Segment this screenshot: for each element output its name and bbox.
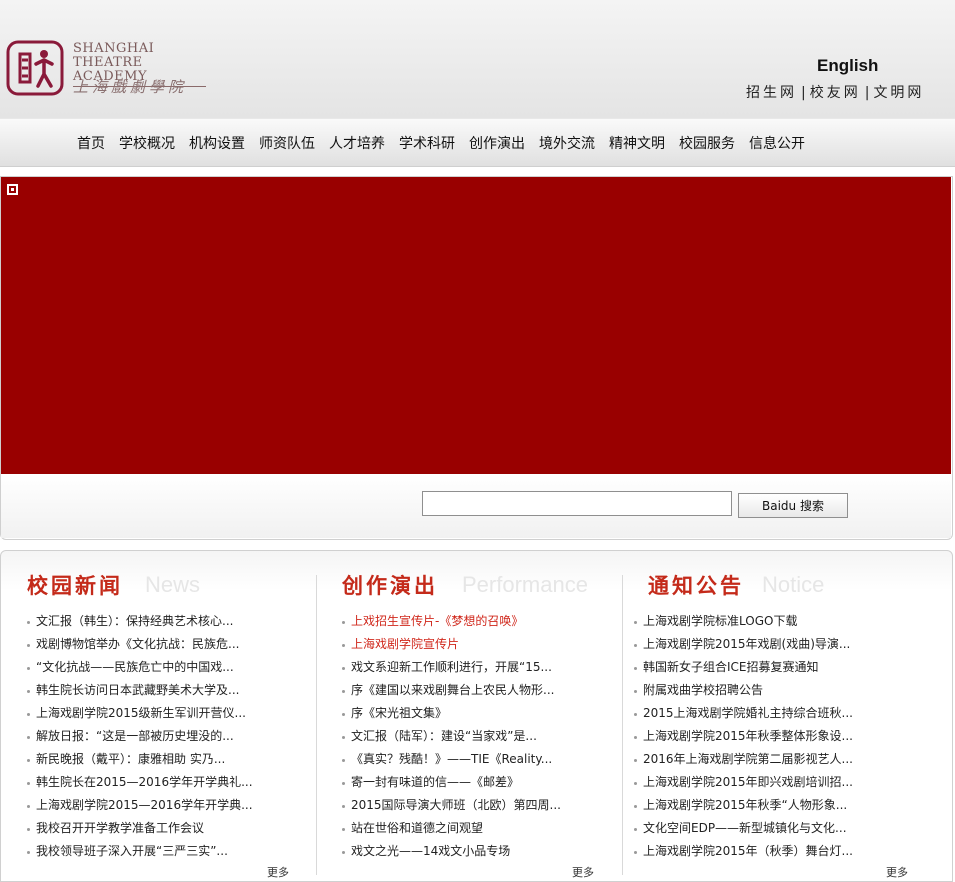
nav-item-research[interactable]: 学术科研 (392, 133, 462, 153)
nav-item-disclosure[interactable]: 信息公开 (742, 133, 812, 153)
notice-header: 通知公告 Notice (634, 562, 934, 602)
header: SHANGHAI THEATRE ACADEMY 上海戲劇學院 English … (0, 0, 955, 118)
list-item[interactable]: 上海戏剧学院宣传片 (342, 633, 561, 656)
list-item[interactable]: 戏文之光——14戏文小品专场 (342, 840, 561, 863)
logo-chinese-name: 上海戲劇學院 (73, 78, 188, 96)
performance-list: 上戏招生宣传片-《梦想的召唤》 上海戏剧学院宣传片 戏文系迎新工作顺利进行，开展“1… (342, 610, 561, 863)
baidu-search-button[interactable]: Baidu 搜索 (738, 493, 848, 518)
alumni-link[interactable]: 校友网 (810, 85, 861, 101)
list-item[interactable]: 文化空间EDP——新型城镇化与文化... (634, 817, 853, 840)
performance-title-en: Performance (462, 572, 588, 597)
logo-en-line1: SHANGHAI (73, 41, 155, 56)
nav-item-organization[interactable]: 机构设置 (182, 133, 252, 153)
notice-title: 通知公告 (648, 574, 744, 598)
list-item[interactable]: “文化抗战——民族危亡中的中国戏... (27, 656, 253, 679)
list-item[interactable]: 附属戏曲学校招聘公告 (634, 679, 853, 702)
list-item[interactable]: 新民晚报（戴平）：康雅相助 实乃... (27, 748, 253, 771)
list-item[interactable]: 上戏招生宣传片-《梦想的召唤》 (342, 610, 561, 633)
nav-item-faculty[interactable]: 师资队伍 (252, 133, 322, 153)
notice-more-link[interactable]: 更多 (886, 864, 908, 880)
list-item[interactable]: 序《建国以来戏剧舞台上农民人物形... (342, 679, 561, 702)
list-item[interactable]: 戏文系迎新工作顺利进行，开展“15... (342, 656, 561, 679)
performance-more-link[interactable]: 更多 (572, 864, 594, 880)
list-item[interactable]: 序《宋光祖文集》 (342, 702, 561, 725)
news-column: 校园新闻 News 文汇报（韩生）：保持经典艺术核心... 戏剧博物馆举办《文化抗… (27, 562, 312, 879)
performance-column: 创作演出 Performance 上戏招生宣传片-《梦想的召唤》 上海戏剧学院宣传… (342, 562, 617, 879)
top-links: 招生网 | 校友网 | 文明网 (746, 82, 924, 102)
top-link-separator: | (801, 85, 806, 101)
list-item[interactable]: 解放日报：“这是一部被历史埋没的... (27, 725, 253, 748)
list-item[interactable]: 上海戏剧学院2015—2016学年开学典... (27, 794, 253, 817)
banner-slideshow[interactable] (1, 177, 951, 474)
notice-list: 上海戏剧学院标准LOGO下载 上海戏剧学院2015年戏剧(戏曲)导演... 韩国新女… (634, 610, 853, 863)
column-divider (622, 575, 623, 875)
list-item[interactable]: 站在世俗和道德之间观望 (342, 817, 561, 840)
top-link-separator: | (864, 85, 870, 101)
nav-item-home[interactable]: 首页 (70, 133, 112, 153)
list-item[interactable]: 我校召开开学教学准备工作会议 (27, 817, 253, 840)
list-item[interactable]: 上海戏剧学院2015年戏剧(戏曲)导演... (634, 633, 853, 656)
list-item[interactable]: 寄一封有味道的信——《邮差》 (342, 771, 561, 794)
list-item[interactable]: 上海戏剧学院2015年（秋季）舞台灯... (634, 840, 853, 863)
list-item[interactable]: 文汇报（陆军）：建设“当家戏”是... (342, 725, 561, 748)
list-item[interactable]: 2015上海戏剧学院婚礼主持综合班秋... (634, 702, 853, 725)
news-title-en: News (145, 572, 201, 597)
nav-item-services[interactable]: 校园服务 (672, 133, 742, 153)
list-item[interactable]: 戏剧博物馆举办《文化抗战：民族危... (27, 633, 253, 656)
performance-header: 创作演出 Performance (342, 562, 617, 602)
logo-mark-icon (6, 40, 64, 96)
slideshow-control-icon[interactable] (7, 184, 18, 195)
news-list: 文汇报（韩生）：保持经典艺术核心... 戏剧博物馆举办《文化抗战：民族危... “文… (27, 610, 253, 863)
list-item[interactable]: 韩生院长在2015—2016学年开学典礼... (27, 771, 253, 794)
performance-title: 创作演出 (342, 574, 438, 598)
nav-item-about[interactable]: 学校概况 (112, 133, 182, 153)
list-item[interactable]: 上海戏剧学院2015年即兴戏剧培训招... (634, 771, 853, 794)
news-header: 校园新闻 News (27, 562, 312, 602)
list-item[interactable]: 上海戏剧学院2015年秋季“人物形象... (634, 794, 853, 817)
list-item[interactable]: 上海戏剧学院2015年秋季整体形象设... (634, 725, 853, 748)
news-title: 校园新闻 (27, 574, 123, 598)
nav-item-international[interactable]: 境外交流 (532, 133, 602, 153)
search-input[interactable] (422, 491, 732, 516)
list-item[interactable]: 韩生院长访问日本武藏野美术大学及... (27, 679, 253, 702)
list-item[interactable]: 文汇报（韩生）：保持经典艺术核心... (27, 610, 253, 633)
list-item[interactable]: 上海戏剧学院标准LOGO下载 (634, 610, 853, 633)
nav-item-culture[interactable]: 精神文明 (602, 133, 672, 153)
nav-item-education[interactable]: 人才培养 (322, 133, 392, 153)
english-link[interactable]: English (817, 56, 878, 76)
academy-logo[interactable]: SHANGHAI THEATRE ACADEMY 上海戲劇學院 (6, 38, 206, 98)
notice-column: 通知公告 Notice 上海戏剧学院标准LOGO下载 上海戏剧学院2015年戏剧(… (634, 562, 934, 879)
list-item[interactable]: 韩国新女子组合ICE招募复赛通知 (634, 656, 853, 679)
list-item[interactable]: 2016年上海戏剧学院第二届影视艺人... (634, 748, 853, 771)
column-divider (316, 575, 317, 875)
notice-title-en: Notice (762, 572, 825, 597)
civilization-link[interactable]: 文明网 (873, 85, 924, 101)
list-item[interactable]: 我校领导班子深入开展“三严三实”... (27, 840, 253, 863)
nav-item-performance[interactable]: 创作演出 (462, 133, 532, 153)
main-nav: 首页 学校概况 机构设置 师资队伍 人才培养 学术科研 创作演出 境外交流 精神… (0, 118, 955, 167)
list-item[interactable]: 《真实？残酷！》——TIE《Reality... (342, 748, 561, 771)
list-item[interactable]: 2015国际导演大师班（北欧）第四周... (342, 794, 561, 817)
news-more-link[interactable]: 更多 (267, 864, 289, 880)
list-item[interactable]: 上海戏剧学院2015级新生军训开营仪... (27, 702, 253, 725)
admissions-link[interactable]: 招生网 (746, 85, 797, 101)
